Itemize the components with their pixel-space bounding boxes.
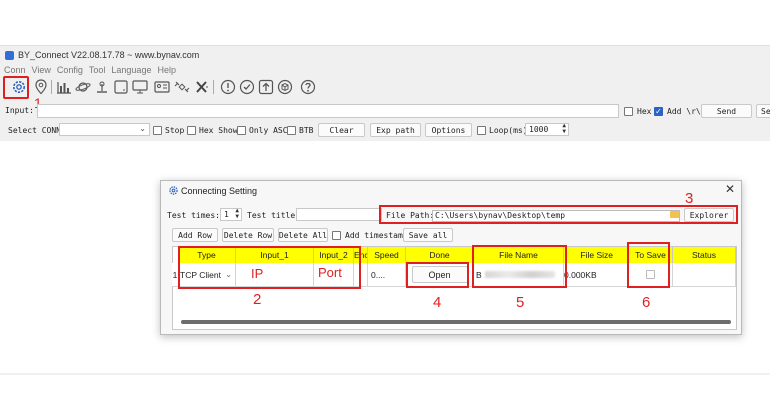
spin-arrows-icon[interactable]: ▲ ▼: [235, 208, 239, 220]
toolbar-separator: [213, 80, 214, 94]
send-file-button[interactable]: Se: [756, 104, 770, 118]
planet-icon[interactable]: [73, 77, 92, 97]
btb-checkbox[interactable]: [287, 126, 296, 135]
horizontal-scrollbar[interactable]: [181, 320, 731, 324]
app-logo-icon: [5, 51, 14, 60]
annotation-port: Port: [318, 265, 342, 280]
to-save-highlight-box: [627, 242, 670, 288]
add-rn-label: Add \r\n: [667, 107, 706, 116]
annotation-step-5: 5: [516, 294, 525, 311]
test-title-input[interactable]: [296, 208, 382, 221]
upload-box-icon[interactable]: [256, 77, 275, 97]
hex-label: Hex: [637, 107, 652, 116]
shield-check-icon[interactable]: [237, 77, 256, 97]
stop-label: Stop: [165, 126, 185, 135]
dialog-gear-icon: [168, 185, 179, 199]
loop-label: Loop(ms): [489, 126, 528, 135]
loop-checkbox[interactable]: [477, 126, 486, 135]
dialog-title: Connecting Setting: [181, 186, 258, 196]
toolbar-separator: [51, 80, 52, 94]
test-times-label: Test times:: [167, 211, 220, 220]
bar-chart-icon[interactable]: [54, 77, 73, 97]
location-pin-icon[interactable]: [31, 77, 50, 97]
options-button[interactable]: Options: [425, 123, 472, 137]
help-circle-icon[interactable]: [298, 77, 317, 97]
only-asc-label: Only ASC: [249, 126, 288, 135]
btb-label: BTB: [299, 126, 314, 135]
loop-interval-value: 1000: [529, 125, 549, 134]
monitor-icon[interactable]: [130, 77, 149, 97]
add-timestamp-checkbox[interactable]: [332, 231, 341, 240]
open-highlight-box: [406, 262, 469, 288]
tilt-sensor-icon[interactable]: [92, 77, 111, 97]
chevron-down-icon: ⌄: [139, 124, 146, 133]
select-conn-dropdown[interactable]: ⌄: [59, 123, 150, 136]
satellite-icon[interactable]: [172, 77, 191, 97]
menu-tool[interactable]: Tool: [89, 65, 106, 75]
command-input[interactable]: [37, 104, 619, 118]
col-header-status: Status: [673, 247, 736, 263]
col-header-done: Done: [406, 247, 474, 263]
clear-button[interactable]: Clear: [318, 123, 365, 137]
crosshair-x-icon[interactable]: [192, 77, 211, 97]
annotation-step-2: 2: [253, 291, 262, 308]
menu-view[interactable]: View: [32, 65, 51, 75]
info-circle-icon[interactable]: [218, 77, 237, 97]
select-conn-label: Select CONN:: [8, 126, 66, 135]
id-card-icon[interactable]: [152, 77, 171, 97]
col-header-speed: Speed: [368, 247, 406, 263]
menu-language[interactable]: Language: [111, 65, 151, 75]
annotation-step-4: 4: [433, 294, 442, 311]
file-path-highlight-box: [379, 205, 738, 224]
only-asc-checkbox[interactable]: [237, 126, 246, 135]
add-rn-checkbox[interactable]: ✓: [654, 107, 663, 116]
add-timestamp-label: Add timestamp: [345, 231, 408, 240]
test-times-spinbox[interactable]: 1 ▲ ▼: [220, 208, 242, 221]
annotation-step-6: 6: [642, 294, 651, 311]
speed-cell: 0....: [368, 263, 406, 287]
menu-config[interactable]: Config: [57, 65, 83, 75]
hex-show-checkbox[interactable]: [187, 126, 196, 135]
menu-conn[interactable]: Conn: [4, 65, 26, 75]
col-header-file-size: File Size: [564, 247, 629, 263]
test-times-value: 1: [224, 210, 229, 219]
cube-icon[interactable]: [275, 77, 294, 97]
loop-interval-spinbox[interactable]: 1000 ▲ ▼: [525, 123, 569, 136]
send-button[interactable]: Send: [701, 104, 752, 118]
stop-checkbox[interactable]: [153, 126, 162, 135]
title-bar: BY_Connect V22.08.17.78 ~ www.bynav.com: [0, 48, 770, 64]
delete-row-button[interactable]: Delete Row: [222, 228, 274, 242]
spin-arrows-icon[interactable]: ▲ ▼: [562, 123, 566, 135]
file-size-cell: 0.000KB: [564, 263, 629, 287]
file-name-highlight-box: [472, 245, 567, 288]
exp-path-button[interactable]: Exp path: [370, 123, 421, 137]
annotation-ip: IP: [251, 266, 264, 281]
settings-highlight-box: [3, 76, 29, 99]
menu-help[interactable]: Help: [157, 65, 176, 75]
test-title-label: Test title:: [247, 211, 300, 220]
window-title: BY_Connect V22.08.17.78 ~ www.bynav.com: [18, 50, 200, 60]
delete-all-button[interactable]: Delete All: [278, 228, 328, 242]
toolbar: [2, 77, 342, 99]
hex-checkbox[interactable]: [624, 107, 633, 116]
add-row-button[interactable]: Add Row: [172, 228, 218, 242]
save-all-button[interactable]: Save all: [403, 228, 453, 242]
close-icon[interactable]: ✕: [725, 182, 735, 196]
hex-show-label: Hex Show: [199, 126, 238, 135]
annotation-step-3: 3: [685, 190, 694, 207]
terminal-window-icon[interactable]: [111, 77, 130, 97]
status-cell: [673, 263, 736, 287]
input-label: Input:: [5, 106, 34, 115]
